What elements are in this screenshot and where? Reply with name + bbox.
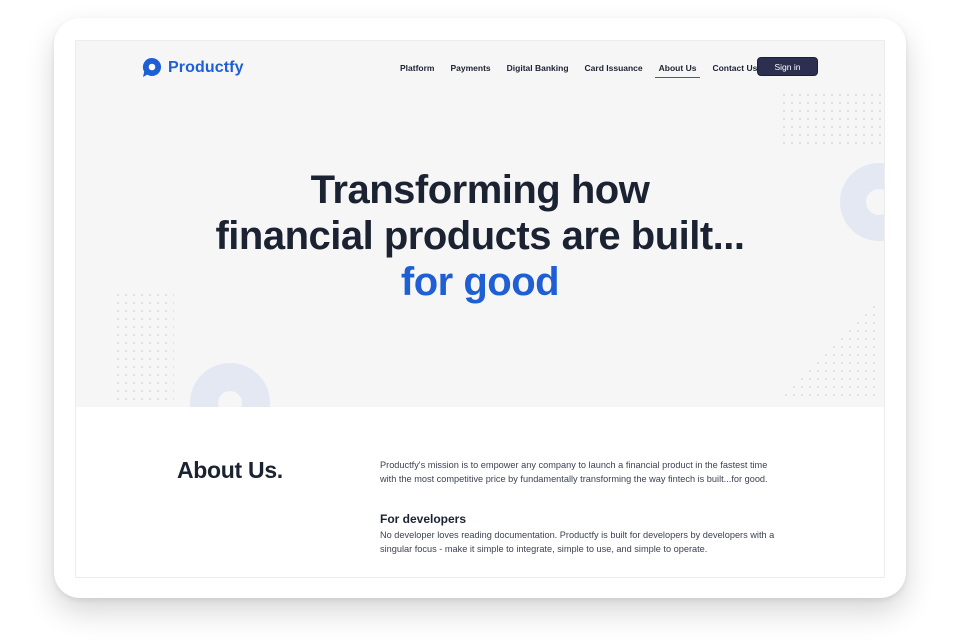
- mission-paragraph: Productfy's mission is to empower any co…: [380, 460, 768, 484]
- dot-grid-bottom-right: [776, 297, 880, 401]
- brand-logo[interactable]: Productfy: [142, 57, 244, 78]
- nav-item-payments[interactable]: Payments: [450, 62, 490, 78]
- hero-headline: Transforming how financial products are …: [76, 167, 884, 305]
- developers-paragraph: No developer loves reading documentation…: [380, 530, 775, 554]
- about-us-heading: About Us.: [177, 457, 283, 483]
- headline-line-2: financial products are built...: [215, 214, 745, 258]
- logo-chat-bubble-icon: [142, 57, 162, 77]
- headline-line-1: Transforming how: [310, 168, 650, 212]
- ring-bottom-left-decoration: [190, 363, 270, 407]
- main-nav: Platform Payments Digital Banking Card I…: [400, 62, 757, 78]
- brand-name: Productfy: [168, 58, 244, 76]
- nav-item-contact-us[interactable]: Contact Us: [712, 62, 757, 78]
- nav-item-card-issuance[interactable]: Card Issuance: [585, 62, 643, 78]
- nav-item-about-us[interactable]: About Us: [654, 62, 701, 78]
- nav-item-digital-banking[interactable]: Digital Banking: [507, 62, 569, 78]
- headline-accent: for good: [400, 260, 560, 304]
- dot-grid-top-right: [782, 93, 882, 149]
- sign-in-button[interactable]: Sign in: [757, 57, 818, 76]
- browser-screen: Productfy Platform Payments Digital Bank…: [75, 40, 885, 578]
- dot-grid-left: [116, 293, 174, 405]
- hero-section: Productfy Platform Payments Digital Bank…: [76, 41, 884, 407]
- developers-heading: For developers: [380, 512, 467, 526]
- nav-item-platform[interactable]: Platform: [400, 62, 434, 78]
